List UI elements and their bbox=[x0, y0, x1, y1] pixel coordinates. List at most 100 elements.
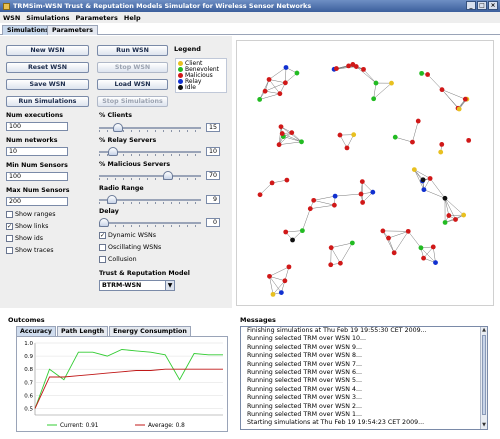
malicious-dot-icon bbox=[178, 72, 183, 78]
sensor-node bbox=[328, 245, 334, 251]
num-networks-label: Num networks bbox=[6, 137, 58, 144]
num-networks-input[interactable]: 10 bbox=[6, 147, 68, 156]
slider-knob[interactable] bbox=[108, 147, 118, 156]
message-line: Running selected TRM over WSN 4... bbox=[247, 385, 363, 393]
save-wsn-button[interactable]: Save WSN bbox=[6, 79, 89, 90]
menu-parameters[interactable]: Parameters bbox=[76, 14, 118, 22]
minimize-button[interactable]: _ bbox=[466, 1, 476, 10]
dynamic-wsns-checkbox[interactable]: ✓ Dynamic WSNs bbox=[99, 232, 156, 239]
menu-wsn[interactable]: WSN bbox=[3, 14, 20, 22]
checkbox-box[interactable] bbox=[6, 211, 13, 218]
sensor-node bbox=[257, 192, 263, 198]
messages-panel: Messages Finishing simulations at Thu Fe… bbox=[238, 316, 494, 434]
network-link bbox=[313, 200, 335, 206]
tab-path-length[interactable]: Path Length bbox=[57, 326, 109, 336]
wsn-network-canvas[interactable] bbox=[236, 40, 494, 306]
menu-help[interactable]: Help bbox=[124, 14, 141, 22]
sensor-node bbox=[276, 142, 282, 148]
close-button[interactable]: × bbox=[488, 1, 498, 10]
sensor-node bbox=[270, 291, 276, 297]
network-link bbox=[340, 242, 353, 264]
clients-slider-label: % Clients bbox=[99, 112, 132, 119]
sensor-node bbox=[289, 130, 295, 136]
network-link bbox=[393, 231, 409, 253]
network-link bbox=[382, 230, 395, 253]
legend-item-idle: Idle bbox=[178, 84, 224, 91]
checkbox-box[interactable] bbox=[6, 247, 13, 254]
checkbox-box[interactable] bbox=[6, 235, 13, 242]
delay-label: Delay bbox=[99, 208, 119, 215]
network-link bbox=[356, 66, 377, 84]
delay-slider[interactable] bbox=[99, 218, 201, 227]
run-wsn-button[interactable]: Run WSN bbox=[97, 45, 168, 56]
sensor-node bbox=[267, 273, 272, 279]
max-sensors-input[interactable]: 200 bbox=[6, 197, 68, 206]
y-tick-label: 0.8 bbox=[24, 367, 33, 373]
reset-wsn-button[interactable]: Reset WSN bbox=[6, 62, 89, 73]
slider-knob[interactable] bbox=[107, 195, 117, 204]
slider-knob[interactable] bbox=[99, 218, 109, 227]
run-simulations-button[interactable]: Run Simulations bbox=[6, 96, 89, 107]
load-wsn-button[interactable]: Load WSN bbox=[97, 79, 168, 90]
y-tick-label: 1.0 bbox=[24, 341, 33, 347]
tab-parameters[interactable]: Parameters bbox=[47, 25, 99, 35]
sensor-node bbox=[286, 264, 292, 270]
num-executions-input[interactable]: 100 bbox=[6, 122, 68, 131]
oscillating-wsns-checkbox[interactable]: Oscillating WSNs bbox=[99, 244, 161, 251]
sensor-node bbox=[421, 187, 427, 193]
checkbox-box[interactable]: ✓ bbox=[6, 223, 13, 230]
trust-model-select[interactable]: BTRM-WSN ▼ bbox=[99, 280, 175, 291]
collusion-checkbox[interactable]: Collusion bbox=[99, 256, 137, 263]
show-traces-checkbox[interactable]: Show traces bbox=[6, 247, 54, 254]
network-link bbox=[408, 231, 422, 248]
malicious-slider[interactable] bbox=[99, 171, 201, 180]
scrollbar-thumb[interactable] bbox=[482, 335, 486, 415]
slider-knob[interactable] bbox=[113, 123, 123, 132]
sensor-node bbox=[283, 65, 289, 70]
checkbox-box[interactable] bbox=[99, 256, 106, 263]
sensor-node bbox=[386, 235, 391, 241]
relay-slider[interactable] bbox=[99, 147, 201, 156]
chevron-down-icon[interactable]: ▼ bbox=[165, 281, 174, 290]
accuracy-chart: 1.0 0.9 0.8 0.7 0.6 0.5 Current: 0.91 Average: … bbox=[16, 336, 228, 432]
maximize-button[interactable]: □ bbox=[477, 1, 487, 10]
sensor-node bbox=[344, 145, 350, 151]
sensor-node bbox=[391, 250, 397, 256]
network-link bbox=[269, 276, 285, 282]
messages-list[interactable]: Finishing simulations at Thu Feb 19 19:5… bbox=[240, 326, 488, 430]
new-wsn-button[interactable]: New WSN bbox=[6, 45, 89, 56]
sensor-node bbox=[446, 213, 452, 218]
slider-knob[interactable] bbox=[163, 171, 173, 180]
sensor-node bbox=[433, 260, 438, 266]
sensor-node bbox=[353, 64, 359, 69]
tab-energy-consumption[interactable]: Energy Consumption bbox=[109, 326, 191, 336]
network-link bbox=[268, 67, 287, 80]
show-ranges-checkbox[interactable]: Show ranges bbox=[6, 211, 56, 218]
menu-simulations[interactable]: Simulations bbox=[26, 14, 69, 22]
tab-accuracy[interactable]: Accuracy bbox=[16, 326, 57, 336]
messages-scrollbar[interactable]: ▲ ▼ bbox=[480, 327, 487, 429]
clients-slider[interactable] bbox=[99, 123, 201, 132]
show-ids-checkbox[interactable]: Show ids bbox=[6, 235, 43, 242]
scroll-down-icon[interactable]: ▼ bbox=[481, 422, 487, 429]
radio-range-slider[interactable] bbox=[99, 195, 201, 204]
network-link bbox=[269, 266, 290, 277]
y-tick-label: 0.5 bbox=[24, 406, 33, 412]
show-links-checkbox[interactable]: ✓ Show links bbox=[6, 223, 48, 230]
relay-slider-label: % Relay Servers bbox=[99, 137, 157, 144]
sensor-node bbox=[389, 80, 394, 86]
stop-simulations-button[interactable]: Stop Simulations bbox=[97, 96, 168, 107]
checkbox-box[interactable]: ✓ bbox=[99, 232, 106, 239]
min-sensors-input[interactable]: 100 bbox=[6, 172, 68, 181]
sensor-node bbox=[466, 137, 472, 143]
sensor-node bbox=[262, 88, 268, 94]
checkbox-box[interactable] bbox=[99, 244, 106, 251]
checkbox-label: Show ids bbox=[15, 235, 44, 242]
outcomes-tabs: Accuracy Path Length Energy Consumption bbox=[16, 326, 192, 336]
network-link bbox=[335, 193, 362, 197]
message-line: Running selected TRM over WSN 10... bbox=[247, 335, 367, 343]
stop-wsn-button[interactable]: Stop WSN bbox=[97, 62, 168, 73]
scroll-up-icon[interactable]: ▲ bbox=[481, 327, 487, 334]
window-controls: _ □ × bbox=[466, 1, 498, 10]
message-line: Running selected TRM over WSN 1... bbox=[247, 410, 363, 418]
